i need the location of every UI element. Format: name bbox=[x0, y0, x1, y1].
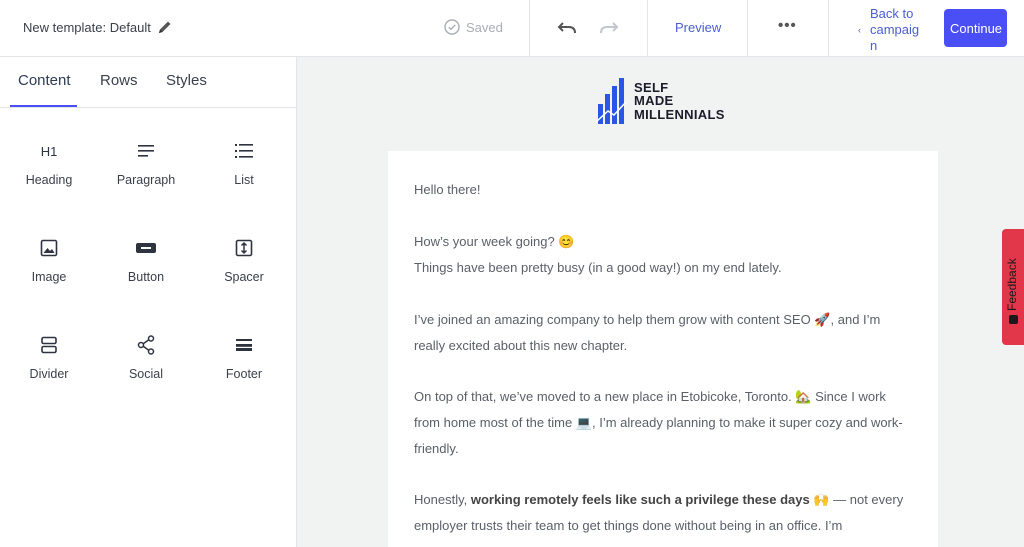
block-button[interactable]: Button bbox=[97, 236, 195, 284]
divider bbox=[647, 0, 648, 57]
tab-styles[interactable]: Styles bbox=[166, 72, 207, 89]
undo-icon[interactable] bbox=[556, 19, 578, 37]
preview-button[interactable]: Preview bbox=[675, 20, 721, 35]
block-paragraph[interactable]: Paragraph bbox=[97, 139, 195, 187]
content-panel: Content Rows Styles H1 Heading Paragraph… bbox=[0, 57, 297, 547]
block-label: Spacer bbox=[224, 270, 264, 284]
block-spacer[interactable]: Spacer bbox=[195, 236, 293, 284]
logo-line: SELF bbox=[634, 79, 669, 95]
top-bar: New template: Default Saved Preview ••• … bbox=[0, 0, 1024, 57]
city-bars-logo-icon bbox=[596, 78, 627, 124]
brand-logo[interactable]: SELF MADE MILLENNIALS bbox=[596, 78, 725, 124]
divider bbox=[529, 0, 530, 57]
bold-text: working remotely feels like such a privi… bbox=[470, 492, 830, 507]
saved-label: Saved bbox=[466, 19, 503, 35]
tab-content[interactable]: Content bbox=[18, 72, 71, 89]
heading-icon: H1 bbox=[40, 143, 58, 159]
text-run: Honestly, bbox=[414, 492, 471, 507]
email-paragraph[interactable]: I’ve joined an amazing company to help t… bbox=[414, 307, 914, 359]
chevron-left-icon: ‹ bbox=[858, 25, 861, 35]
block-label: Image bbox=[31, 270, 67, 284]
paragraph-icon bbox=[138, 145, 154, 157]
email-line: Things have been pretty busy (in a good … bbox=[414, 260, 782, 275]
feedback-tab[interactable]: Feedback bbox=[1002, 229, 1024, 345]
block-divider[interactable]: Divider bbox=[0, 333, 98, 381]
divider bbox=[828, 0, 829, 57]
email-paragraph[interactable]: How’s your week going? 😊 Things have bee… bbox=[414, 229, 914, 281]
block-label: Paragraph bbox=[116, 173, 176, 187]
block-label: Divider bbox=[29, 367, 69, 381]
saved-status: Saved bbox=[444, 19, 503, 35]
tab-rows[interactable]: Rows bbox=[100, 72, 138, 89]
block-label: List bbox=[234, 173, 254, 187]
back-label: Back to campaign bbox=[870, 6, 920, 53]
divider bbox=[747, 0, 748, 57]
continue-button[interactable]: Continue bbox=[944, 9, 1007, 47]
logo-line: MILLENNIALS bbox=[634, 106, 725, 122]
email-paragraph[interactable]: Honestly, working remotely feels like su… bbox=[414, 487, 914, 539]
block-image[interactable]: Image bbox=[0, 236, 98, 284]
email-line: How’s your week going? 😊 bbox=[414, 234, 575, 249]
pencil-icon[interactable] bbox=[157, 19, 173, 35]
share-icon bbox=[137, 335, 155, 355]
email-paragraph[interactable]: Hello there! bbox=[414, 177, 914, 203]
check-circle-icon bbox=[444, 19, 460, 35]
logo-line: MADE bbox=[634, 93, 674, 109]
button-icon bbox=[136, 243, 156, 253]
block-footer[interactable]: Footer bbox=[195, 333, 293, 381]
block-label: Social bbox=[128, 367, 164, 381]
email-paragraph[interactable]: On top of that, we’ve moved to a new pla… bbox=[414, 384, 914, 462]
spacer-icon bbox=[235, 239, 253, 257]
divider-icon bbox=[41, 336, 57, 354]
more-options-button[interactable]: ••• bbox=[778, 17, 797, 34]
block-label: Heading bbox=[25, 173, 73, 187]
block-label: Footer bbox=[225, 367, 263, 381]
active-tab-indicator bbox=[10, 105, 77, 107]
footer-icon bbox=[236, 339, 252, 351]
block-social[interactable]: Social bbox=[97, 333, 195, 381]
feedback-label: Feedback bbox=[1005, 258, 1019, 311]
redo-icon[interactable] bbox=[598, 19, 620, 37]
panel-tabs: Content Rows Styles bbox=[0, 57, 297, 108]
logo-wordmark: SELF MADE MILLENNIALS bbox=[634, 81, 725, 122]
list-icon bbox=[235, 144, 253, 158]
image-icon bbox=[40, 239, 58, 257]
template-title[interactable]: New template: Default bbox=[23, 20, 151, 35]
block-heading[interactable]: H1 Heading bbox=[0, 139, 98, 188]
block-label: Button bbox=[127, 270, 165, 284]
block-list[interactable]: List bbox=[195, 139, 293, 187]
feedback-icon bbox=[1009, 315, 1018, 324]
